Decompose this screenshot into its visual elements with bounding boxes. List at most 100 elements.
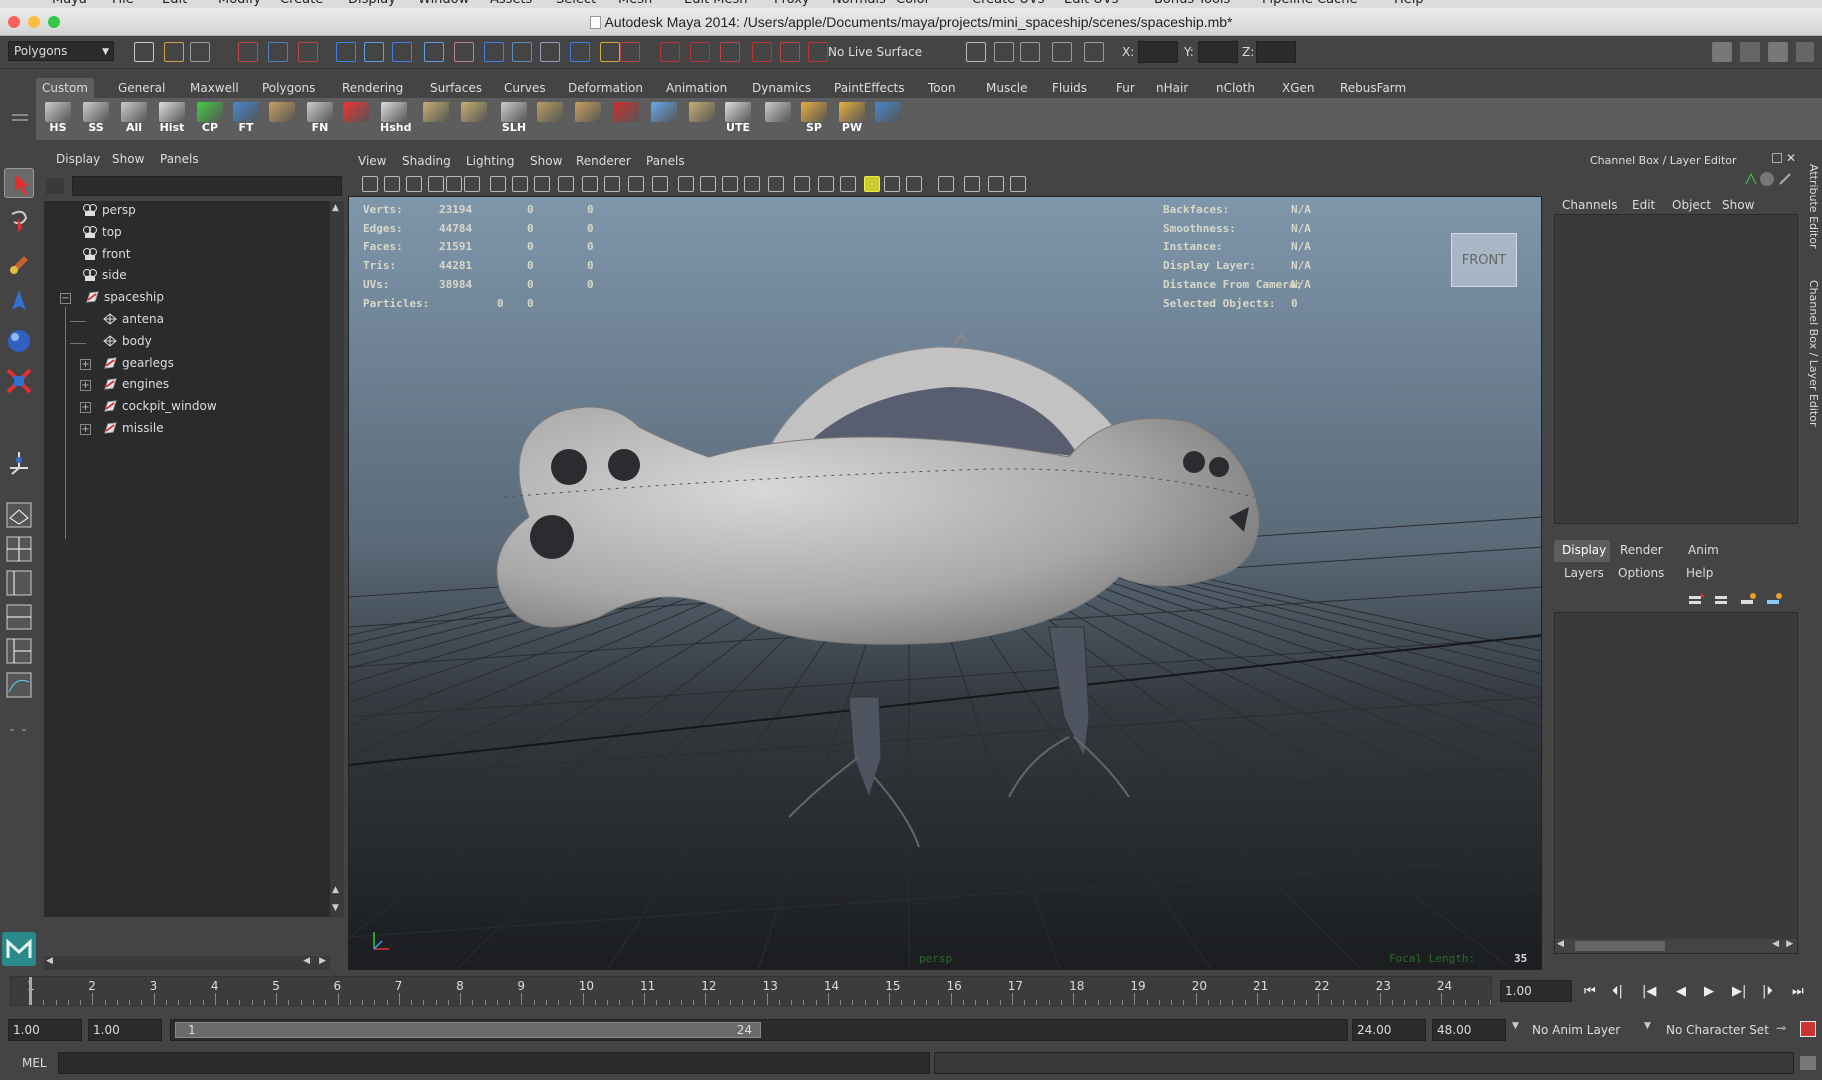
lock-icon[interactable] bbox=[600, 42, 620, 62]
tab-render[interactable]: Render bbox=[1620, 543, 1663, 557]
layer-menu-help[interactable]: Help bbox=[1686, 566, 1713, 580]
viewport-tool-icon[interactable] bbox=[384, 176, 400, 192]
mac-menu-item[interactable]: Assets bbox=[490, 0, 532, 7]
outliner-node[interactable]: top bbox=[82, 225, 122, 245]
y-field[interactable] bbox=[1198, 41, 1238, 63]
scroll-down-icon[interactable]: ▼ bbox=[332, 903, 339, 913]
viewport-menu-show[interactable]: Show bbox=[530, 154, 562, 168]
outliner-filter-icon[interactable] bbox=[46, 178, 64, 194]
mac-menu-item[interactable]: Edit bbox=[162, 0, 187, 7]
menu-set-dropdown[interactable]: Polygons ▼ bbox=[8, 41, 114, 61]
outliner-node[interactable]: side bbox=[82, 268, 127, 288]
shelf-tab-surfaces[interactable]: Surfaces bbox=[424, 78, 488, 98]
animation-preferences-icon[interactable] bbox=[1800, 1021, 1816, 1037]
move-tool-icon[interactable] bbox=[4, 286, 34, 316]
outliner-node[interactable]: front bbox=[82, 247, 131, 267]
sidebar-icon[interactable] bbox=[966, 42, 986, 62]
play-backward-icon[interactable]: ◀ bbox=[1676, 984, 1686, 999]
outliner-filter-field[interactable] bbox=[72, 176, 342, 196]
open-scene-icon[interactable] bbox=[164, 42, 184, 62]
outliner-vertical-scrollbar[interactable]: ▲ ▲ ▼ bbox=[330, 201, 344, 917]
playback-end-field[interactable]: 24.00 bbox=[1352, 1019, 1426, 1041]
live-surface-label[interactable]: No Live Surface bbox=[828, 45, 922, 59]
scroll-left-icon[interactable]: ◀ bbox=[1557, 939, 1564, 949]
viewport-tool-icon[interactable] bbox=[406, 176, 422, 192]
construction-history-icon[interactable] bbox=[540, 42, 560, 62]
snap-point-icon[interactable] bbox=[392, 42, 412, 62]
viewport-tool-icon[interactable] bbox=[794, 176, 810, 192]
mac-menu-item[interactable]: Proxy bbox=[774, 0, 810, 7]
four-view-layout-icon[interactable] bbox=[4, 534, 34, 564]
select-component-icon[interactable] bbox=[298, 42, 318, 62]
center-pivot-icon[interactable]: CP bbox=[196, 102, 224, 136]
render-view-icon[interactable] bbox=[780, 42, 800, 62]
viewport-tool-icon[interactable] bbox=[964, 176, 980, 192]
outliner-menu-display[interactable]: Display bbox=[56, 152, 100, 166]
outliner-menu-show[interactable]: Show bbox=[112, 152, 144, 166]
expand-icon[interactable]: + bbox=[80, 380, 91, 392]
scroll-up-icon[interactable]: ▲ bbox=[332, 885, 339, 895]
layer-menu-layers[interactable]: Layers bbox=[1564, 566, 1604, 580]
viewport-tool-icon[interactable] bbox=[534, 176, 550, 192]
graph-editor-layout-icon[interactable] bbox=[4, 670, 34, 700]
mac-menu-item[interactable]: Modify bbox=[218, 0, 261, 7]
playback-start-field[interactable]: 1.00 bbox=[88, 1019, 162, 1041]
mac-menu-item[interactable]: Select bbox=[556, 0, 596, 7]
mac-menu-item[interactable]: Pipeline Cache bbox=[1262, 0, 1357, 7]
viewport-tool-icon[interactable] bbox=[582, 176, 598, 192]
viewport-tool-icon[interactable] bbox=[464, 176, 480, 192]
range-slider-track[interactable]: 1 24 bbox=[170, 1019, 1348, 1041]
viewport-tool-icon[interactable] bbox=[864, 176, 880, 192]
mac-menu-item[interactable]: Window bbox=[418, 0, 469, 7]
uv-editor-icon[interactable] bbox=[422, 102, 450, 136]
toggle-layout-icon[interactable] bbox=[1796, 42, 1814, 62]
viewport-tool-icon[interactable] bbox=[840, 176, 856, 192]
x-field[interactable] bbox=[1138, 41, 1178, 63]
viewport-tool-icon[interactable] bbox=[362, 176, 378, 192]
channel-box-area[interactable] bbox=[1554, 214, 1798, 524]
mac-menu-item[interactable]: Maya bbox=[52, 0, 87, 7]
snap-together-icon[interactable] bbox=[268, 102, 296, 136]
viewport-menu-lighting[interactable]: Lighting bbox=[466, 154, 515, 168]
scroll-left-icon[interactable]: ◀ bbox=[303, 956, 310, 966]
viewport-tool-icon[interactable] bbox=[884, 176, 900, 192]
lattice-icon[interactable] bbox=[650, 102, 678, 136]
collapse-icon[interactable]: − bbox=[60, 293, 71, 305]
scroll-right-icon[interactable]: ▶ bbox=[1786, 939, 1793, 949]
shelf-menu-handle[interactable] bbox=[10, 98, 30, 140]
show-tool-settings-icon[interactable] bbox=[1740, 42, 1760, 62]
layer-menu-options[interactable]: Options bbox=[1618, 566, 1664, 580]
viewport-tool-icon[interactable] bbox=[906, 176, 922, 192]
tab-display[interactable]: Display bbox=[1554, 540, 1610, 562]
animation-start-field[interactable]: 1.00 bbox=[8, 1019, 82, 1041]
hypershade-layout-icon[interactable] bbox=[4, 636, 34, 666]
mac-menu-item[interactable]: File bbox=[112, 0, 134, 7]
character-set-dropdown[interactable]: No Character Set bbox=[1666, 1023, 1769, 1037]
render-settings-icon[interactable] bbox=[720, 42, 740, 62]
smooth-hotkey-icon[interactable]: SLH bbox=[500, 102, 528, 136]
current-time-indicator[interactable] bbox=[29, 977, 32, 1005]
ipr-render-icon[interactable] bbox=[690, 42, 710, 62]
shelf-tab-toon[interactable]: Toon bbox=[922, 78, 962, 98]
outliner-node[interactable]: persp bbox=[82, 203, 136, 223]
shelf-tab-general[interactable]: General bbox=[112, 78, 171, 98]
shelf-tab-fur[interactable]: Fur bbox=[1110, 78, 1141, 98]
channel-box-menu-channels[interactable]: Channels bbox=[1562, 198, 1618, 212]
hypershade-icon[interactable] bbox=[752, 42, 772, 62]
scroll-right-icon[interactable]: ▶ bbox=[319, 956, 326, 966]
shelf-tab-maxwell[interactable]: Maxwell bbox=[184, 78, 245, 98]
render-current-icon[interactable] bbox=[660, 42, 680, 62]
step-forward-key-icon[interactable]: ▶| bbox=[1732, 984, 1746, 999]
manipulator-tool-icon[interactable] bbox=[4, 446, 34, 476]
save-scene-icon[interactable] bbox=[190, 42, 210, 62]
shader-ball-icon[interactable] bbox=[764, 102, 792, 136]
channel-box-menu-edit[interactable]: Edit bbox=[1632, 198, 1655, 212]
shelf-tab-ncloth[interactable]: nCloth bbox=[1210, 78, 1261, 98]
show-channel-box-icon[interactable] bbox=[1768, 42, 1788, 62]
shelf-tab-nhair[interactable]: nHair bbox=[1150, 78, 1194, 98]
viewport-menu-renderer[interactable]: Renderer bbox=[576, 154, 631, 168]
persp-outliner-layout-icon[interactable] bbox=[4, 568, 34, 598]
go-to-end-icon[interactable]: ⏭ bbox=[1792, 984, 1804, 999]
make-live-icon[interactable] bbox=[454, 42, 474, 62]
command-input[interactable] bbox=[58, 1052, 930, 1074]
